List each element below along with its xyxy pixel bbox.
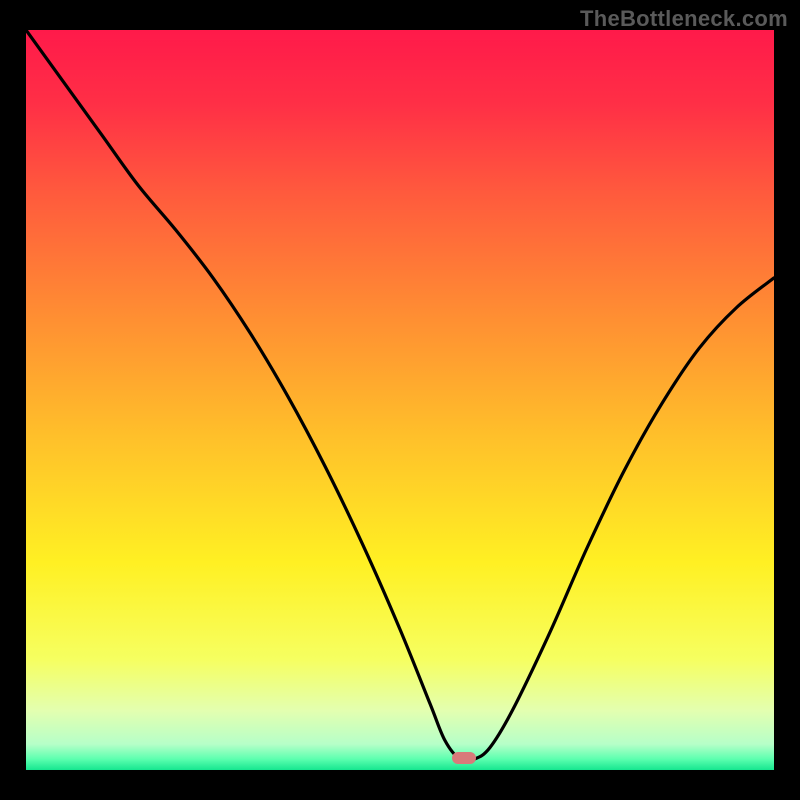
optimal-point-marker (452, 752, 476, 764)
watermark-text: TheBottleneck.com (580, 6, 788, 32)
plot-area (26, 30, 774, 770)
chart-frame: TheBottleneck.com (0, 0, 800, 800)
bottleneck-curve (26, 30, 774, 770)
